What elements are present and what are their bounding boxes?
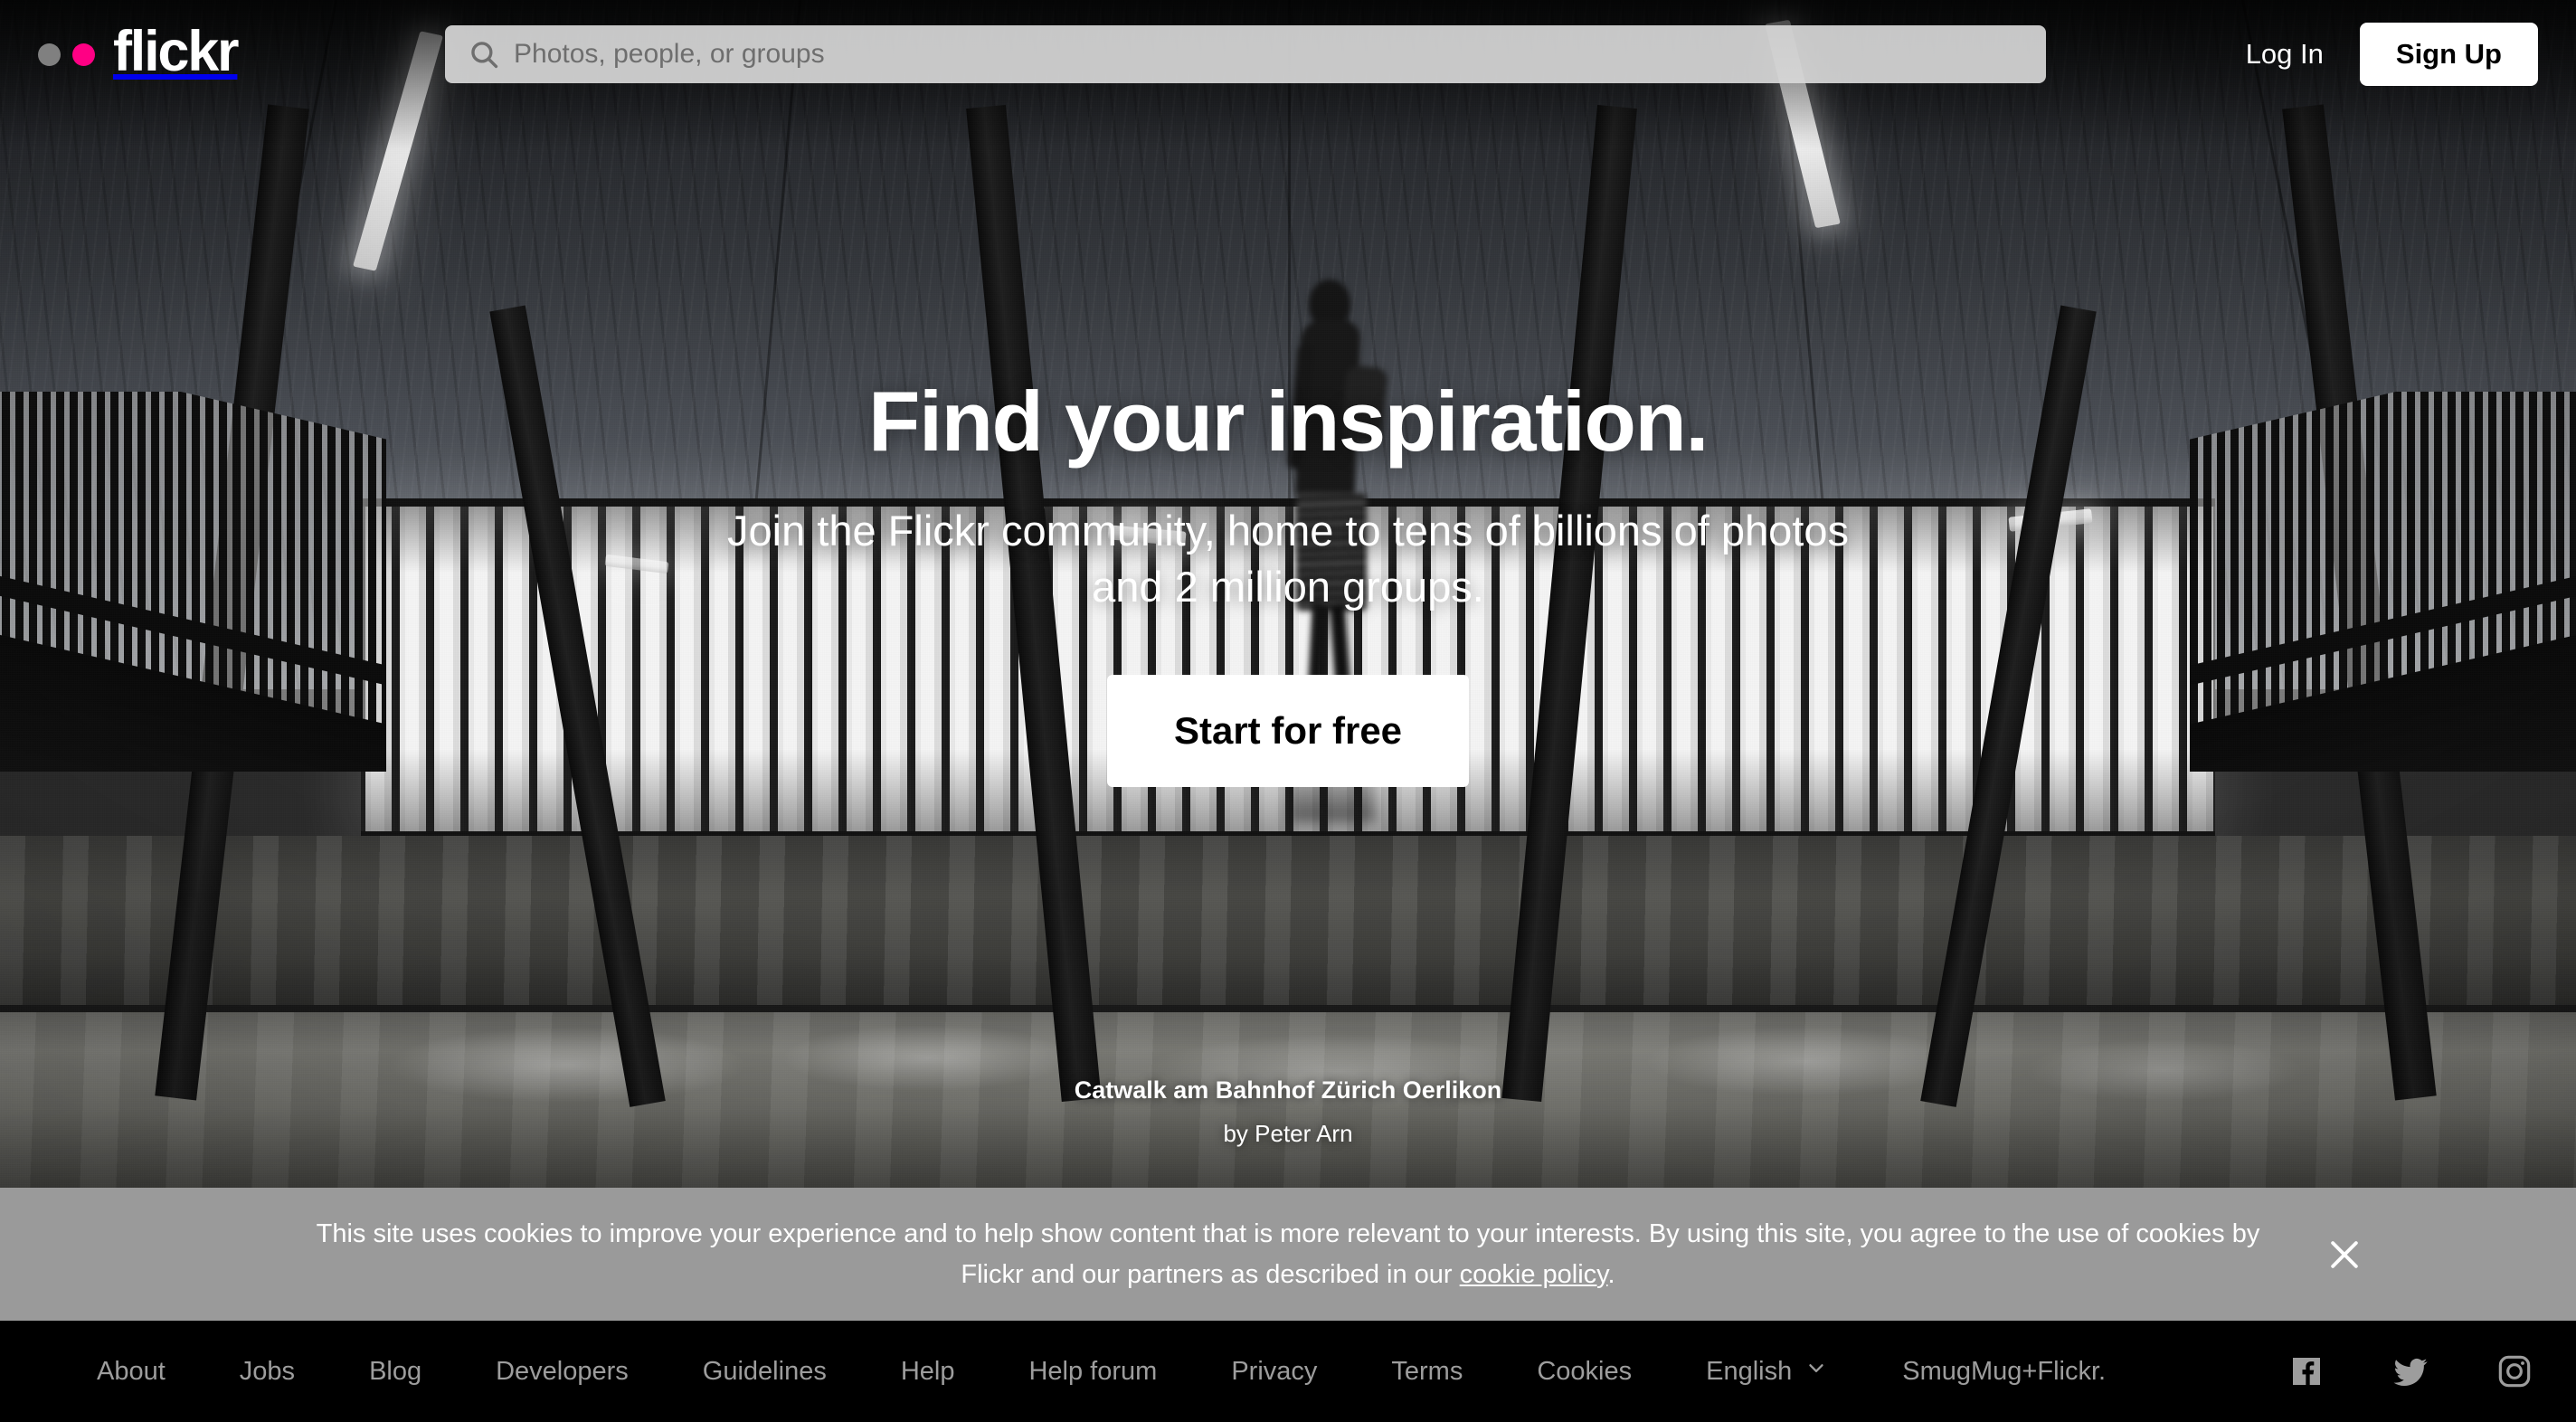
- facebook-icon[interactable]: [2288, 1353, 2325, 1389]
- twitter-icon[interactable]: [2391, 1352, 2429, 1390]
- cookie-consent-banner: This site uses cookies to improve your e…: [0, 1188, 2576, 1321]
- cookie-banner-text: This site uses cookies to improve your e…: [293, 1214, 2283, 1294]
- footer-navigation: About Jobs Blog Developers Guidelines He…: [60, 1356, 2143, 1387]
- photo-author: by Peter Arn: [1223, 1120, 1353, 1147]
- search-placeholder-text: Photos, people, or groups: [514, 39, 825, 69]
- footer-link-help-forum[interactable]: Help forum: [991, 1357, 1194, 1387]
- cookie-policy-link[interactable]: cookie policy: [1460, 1260, 1608, 1289]
- flickr-homepage: flickr Photos, people, or groups Log In …: [0, 0, 2576, 1422]
- social-links: [2288, 1352, 2533, 1390]
- footer-link-about[interactable]: About: [60, 1357, 203, 1387]
- signup-button[interactable]: Sign Up: [2359, 23, 2538, 86]
- language-label: English: [1706, 1356, 1793, 1386]
- footer-link-jobs[interactable]: Jobs: [203, 1357, 332, 1387]
- footer-link-guidelines[interactable]: Guidelines: [666, 1357, 864, 1387]
- photo-grain: [0, 0, 2576, 1188]
- site-header: flickr Photos, people, or groups Log In …: [0, 0, 2576, 109]
- header-actions: Log In Sign Up: [2221, 0, 2538, 109]
- footer-link-blog[interactable]: Blog: [332, 1357, 459, 1387]
- language-selector[interactable]: English: [1669, 1356, 1865, 1387]
- footer-link-help[interactable]: Help: [864, 1357, 992, 1387]
- footer-link-terms[interactable]: Terms: [1354, 1357, 1500, 1387]
- hero-background-photo: [0, 0, 2576, 1188]
- cookie-text-after: .: [1607, 1259, 1615, 1289]
- instagram-icon[interactable]: [2496, 1353, 2533, 1389]
- footer-link-developers[interactable]: Developers: [459, 1357, 666, 1387]
- site-footer: About Jobs Blog Developers Guidelines He…: [0, 1321, 2576, 1422]
- close-icon[interactable]: [2319, 1229, 2370, 1280]
- garage-photograph: [0, 0, 2576, 1188]
- flickr-logo[interactable]: flickr: [38, 19, 240, 83]
- logo-dot-gray-icon: [38, 43, 61, 66]
- search-input[interactable]: Photos, people, or groups: [445, 25, 2046, 83]
- footer-link-privacy[interactable]: Privacy: [1194, 1357, 1354, 1387]
- logo-wordmark: flickr: [113, 19, 240, 83]
- logo-dot-pink-icon: [72, 43, 95, 66]
- photo-credit: Catwalk am Bahnhof Zürich Oerlikon by Pe…: [0, 1076, 2576, 1148]
- cookie-text-before: This site uses cookies to improve your e…: [316, 1219, 2260, 1289]
- footer-link-cookies[interactable]: Cookies: [1500, 1357, 1669, 1387]
- login-link[interactable]: Log In: [2221, 27, 2349, 81]
- search-icon: [469, 39, 499, 70]
- photo-title: Catwalk am Bahnhof Zürich Oerlikon: [1074, 1076, 1502, 1104]
- chevron-down-icon: [1804, 1356, 1828, 1387]
- footer-link-smugmug[interactable]: SmugMug+Flickr.: [1865, 1357, 2143, 1387]
- start-for-free-button[interactable]: Start for free: [1106, 675, 1470, 788]
